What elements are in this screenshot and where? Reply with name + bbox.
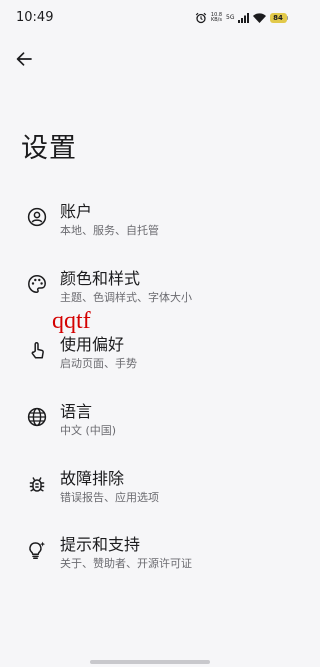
item-title: 提示和支持	[60, 535, 141, 555]
item-title: 颜色和样式	[60, 268, 141, 288]
signal-icon	[237, 13, 249, 23]
page-title: 设置	[21, 133, 77, 164]
item-subtitle: 主题、色调样式、字体大小	[60, 290, 192, 304]
palette-icon	[26, 273, 48, 295]
status-icons: 10.8 KB/s 5G 84	[195, 11, 288, 25]
item-subtitle: 错误报告、应用选项	[60, 490, 159, 504]
settings-item-troubleshooting[interactable]: 故障排除 错误报告、应用选项	[0, 453, 300, 520]
settings-list: 账户 本地、服务、自托管 颜色和样式 主题、色调样式、字体大小 使用偏好 启动页…	[0, 186, 300, 586]
item-subtitle: 中文 (中国)	[60, 424, 117, 438]
item-title: 账户	[60, 202, 93, 221]
back-button[interactable]	[12, 48, 36, 72]
settings-item-colors-style[interactable]: 颜色和样式 主题、色调样式、字体大小	[0, 253, 300, 320]
net-speed-unit: KB/s	[210, 17, 222, 23]
home-indicator[interactable]	[90, 660, 210, 664]
globe-icon	[26, 406, 48, 428]
arrow-left-icon	[16, 51, 32, 70]
settings-item-usage-preferences[interactable]: 使用偏好 启动页面、手势	[0, 319, 300, 386]
battery-indicator: 84	[269, 13, 288, 23]
bug-icon	[26, 473, 48, 495]
net-speed: 10.8 KB/s	[210, 12, 222, 24]
status-time: 10:49	[16, 10, 54, 25]
item-title: 故障排除	[60, 468, 125, 488]
settings-item-tips-support[interactable]: 提示和支持 关于、赞助者、开源许可证	[0, 519, 300, 586]
settings-item-account[interactable]: 账户 本地、服务、自托管	[0, 186, 300, 253]
alarm-icon	[195, 12, 207, 24]
item-title: 使用偏好	[60, 335, 125, 355]
status-bar: 10:49 10.8 KB/s 5G 84	[0, 0, 300, 36]
battery-tip	[286, 16, 288, 20]
wifi-icon	[252, 13, 266, 23]
tips-icon	[26, 539, 48, 561]
item-title: 语言	[60, 402, 93, 422]
touch-icon	[26, 339, 48, 361]
network-type: 5G	[226, 14, 235, 21]
account-icon	[26, 206, 48, 228]
item-subtitle: 关于、赞助者、开源许可证	[60, 557, 192, 571]
item-subtitle: 启动页面、手势	[60, 357, 137, 371]
item-subtitle: 本地、服务、自托管	[60, 224, 159, 237]
battery-level: 84	[269, 13, 287, 23]
settings-item-language[interactable]: 语言 中文 (中国)	[0, 386, 300, 453]
